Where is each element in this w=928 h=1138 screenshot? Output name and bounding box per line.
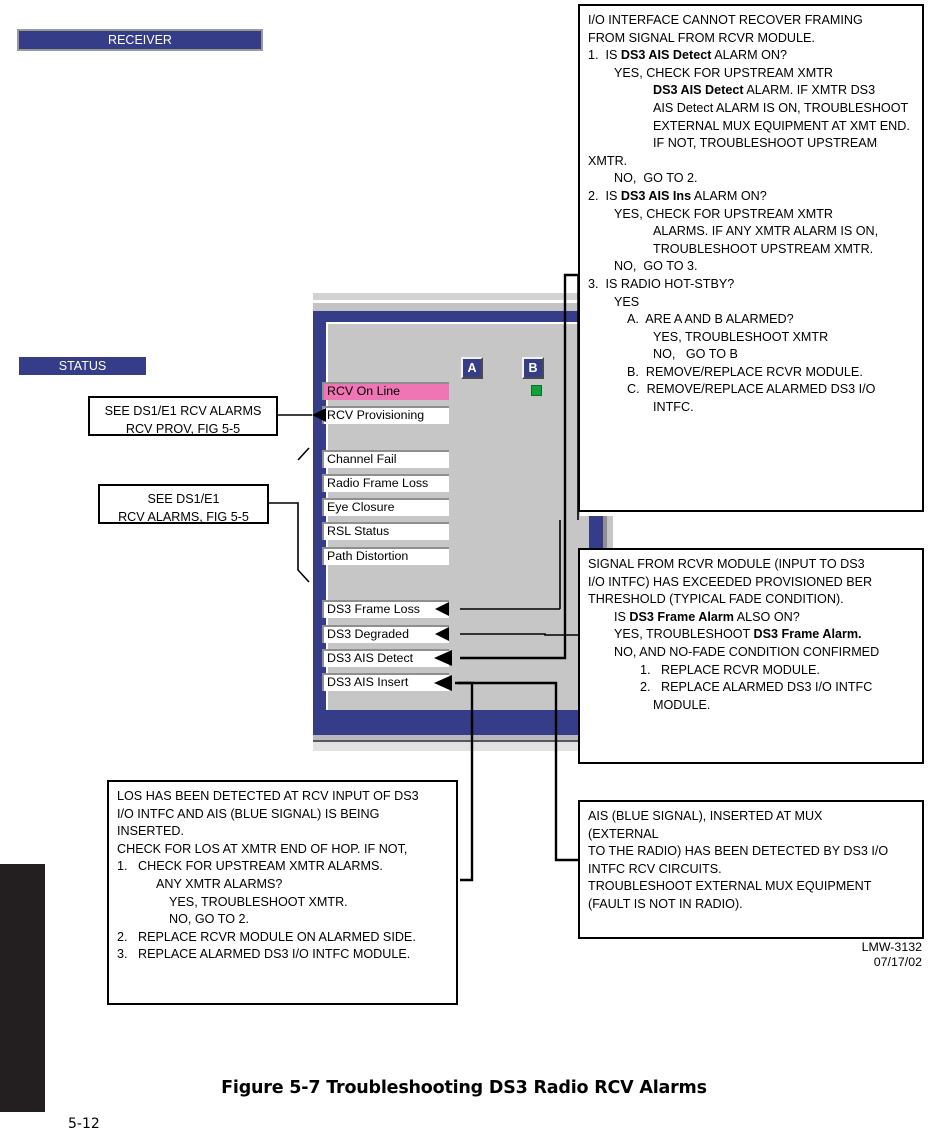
- callout-ds3-ais-detect: I/O INTERFACE CANNOT RECOVER FRAMING FROM…: [578, 4, 924, 512]
- callout-line: 1. REPLACE RCVR MODULE.: [640, 662, 820, 677]
- callout-line: I/O INTERFACE CANNOT RECOVER FRAMING: [588, 13, 863, 27]
- callout-ds3-ais-insert-text: AIS (BLUE SIGNAL), INSERTED AT MUX (EXTER…: [588, 808, 914, 914]
- document-date: 07/17/02: [873, 955, 922, 969]
- callout-line: 1. CHECK FOR UPSTREAM XMTR ALARMS.: [117, 859, 383, 874]
- window-edge-accent: [589, 516, 603, 548]
- callout-line: YES: [614, 294, 640, 309]
- callout-rcv-alarms-ref: SEE DS1/E1 RCV ALARMS, FIG 5-5: [98, 484, 269, 524]
- callout-line: YES, CHECK FOR UPSTREAM XMTR: [614, 206, 834, 221]
- callout-line: C. REMOVE/REPLACE ALARMED DS3 I/O: [627, 382, 876, 397]
- callout-line: DS3 AIS Detect ALARM. IF XMTR DS3: [653, 83, 876, 98]
- callout-line: ALARMS. IF ANY XMTR ALARM IS ON,: [653, 224, 879, 239]
- arrowhead-ds3-frame-loss: [435, 602, 449, 616]
- arrowhead-rcv-provisioning: [312, 408, 326, 422]
- callout-line: 2. REPLACE ALARMED DS3 I/O INTFC: [640, 680, 873, 695]
- callout-line: AIS (BLUE SIGNAL), INSERTED AT MUX: [588, 809, 823, 823]
- callout-line: YES, CHECK FOR UPSTREAM XMTR: [614, 65, 834, 80]
- window-edge-accent-gray2: [607, 516, 613, 548]
- document-id-block: LMW-3132 07/17/02: [862, 940, 922, 970]
- callout-line: TROUBLESHOOT UPSTREAM XMTR.: [653, 241, 874, 256]
- callout-line: INTFC RCV CIRCUITS.: [588, 861, 722, 876]
- figure-page: RECEIVER STATUS A B RCV On Line RCV Prov…: [0, 0, 928, 1138]
- callout-ds3-ais-detect-text: I/O INTERFACE CANNOT RECOVER FRAMING FROM…: [588, 12, 914, 417]
- callout-line: B. REMOVE/REPLACE RCVR MODULE.: [627, 364, 863, 379]
- callout-line: CHECK FOR LOS AT XMTR END OF HOP. IF NOT…: [117, 841, 408, 856]
- callout-line: TO THE RADIO) HAS BEEN DETECTED BY DS3 I…: [588, 844, 889, 859]
- callout-line: A. ARE A AND B ALARMED?: [627, 312, 794, 327]
- callout-line: NO, GO TO 3.: [614, 259, 698, 274]
- callout-line: IF NOT, TROUBLESHOOT UPSTREAM: [653, 136, 878, 151]
- callout-ds3-frame-loss: LOS HAS BEEN DETECTED AT RCV INPUT OF DS…: [107, 780, 458, 1005]
- callout-rcv-alarms-line-1: SEE DS1/E1: [147, 492, 220, 506]
- callout-line: YES, TROUBLESHOOT XMTR.: [169, 894, 348, 909]
- callout-line: TROUBLESHOOT EXTERNAL MUX EQUIPMENT: [588, 879, 872, 894]
- callout-line: NO, GO TO 2.: [614, 171, 698, 186]
- callout-line: INSERTED.: [117, 824, 184, 839]
- callout-line: SIGNAL FROM RCVR MODULE (INPUT TO DS3: [588, 557, 865, 571]
- callout-line: MODULE.: [653, 697, 711, 712]
- callout-line: NO, AND NO-FADE CONDITION CONFIRMED: [614, 644, 880, 659]
- callout-line: INTFC.: [653, 400, 694, 415]
- callout-line: I/O INTFC) HAS EXCEEDED PROVISIONED BER: [588, 574, 873, 589]
- callout-rcv-prov-line-1: SEE DS1/E1 RCV ALARMS: [104, 404, 262, 418]
- callout-ds3-degraded-text: SIGNAL FROM RCVR MODULE (INPUT TO DS3 I/O…: [588, 556, 914, 714]
- callout-line: NO, GO TO B: [653, 347, 738, 362]
- arrowhead-ds3-ais-detect: [434, 650, 452, 666]
- arrowhead-ds3-ais-insert: [434, 675, 452, 691]
- callout-line: AIS Detect ALARM IS ON, TROUBLESHOOT: [653, 100, 909, 115]
- callout-line: ANY XMTR ALARMS?: [156, 876, 283, 891]
- callout-line: 1. IS DS3 AIS Detect ALARM ON?: [588, 48, 788, 63]
- window-edge-accent-gray: [580, 516, 589, 548]
- callout-ds3-degraded: SIGNAL FROM RCVR MODULE (INPUT TO DS3 I/O…: [578, 548, 924, 764]
- callout-line: EXTERNAL MUX EQUIPMENT AT XMT END.: [653, 118, 910, 133]
- document-id: LMW-3132: [861, 940, 922, 954]
- callout-line: (FAULT IS NOT IN RADIO).: [588, 896, 743, 911]
- callout-line: NO, GO TO 2.: [169, 912, 250, 927]
- callout-ds3-frame-loss-text: LOS HAS BEEN DETECTED AT RCV INPUT OF DS…: [117, 788, 448, 964]
- callout-rcv-prov-ref: SEE DS1/E1 RCV ALARMS RCV PROV, FIG 5-5: [88, 396, 278, 436]
- callout-line: I/O INTFC AND AIS (BLUE SIGNAL) IS BEING: [117, 806, 380, 821]
- callout-line: 3. IS RADIO HOT-STBY?: [588, 276, 735, 291]
- arrowhead-ds3-degraded: [435, 627, 449, 641]
- callout-line: (EXTERNAL: [588, 826, 659, 841]
- callout-rcv-prov-line-2: RCV PROV, FIG 5-5: [125, 421, 241, 436]
- page-number: 5-12: [68, 1116, 100, 1132]
- callout-line: FROM SIGNAL FROM RCVR MODULE.: [588, 30, 815, 45]
- callout-line: 2. IS DS3 AIS Ins ALARM ON?: [588, 188, 767, 203]
- callout-line: YES, TROUBLESHOOT DS3 Frame Alarm.: [614, 627, 862, 642]
- figure-caption: Figure 5-7 Troubleshooting DS3 Radio RCV…: [221, 1078, 707, 1098]
- callout-ds3-ais-insert: AIS (BLUE SIGNAL), INSERTED AT MUX (EXTER…: [578, 800, 924, 939]
- callout-rcv-alarms-line-2: RCV ALARMS, FIG 5-5: [118, 509, 249, 524]
- callout-line: LOS HAS BEEN DETECTED AT RCV INPUT OF DS…: [117, 789, 419, 803]
- callout-line: XMTR.: [588, 153, 628, 168]
- callout-line: IS DS3 Frame Alarm ALSO ON?: [614, 609, 800, 624]
- callout-line: YES, TROUBLESHOOT XMTR: [653, 329, 829, 344]
- callout-line: THRESHOLD (TYPICAL FADE CONDITION).: [588, 592, 844, 607]
- callout-line: 2. REPLACE RCVR MODULE ON ALARMED SIDE.: [117, 929, 416, 944]
- callout-line: 3. REPLACE ALARMED DS3 I/O INTFC MODULE.: [117, 947, 411, 962]
